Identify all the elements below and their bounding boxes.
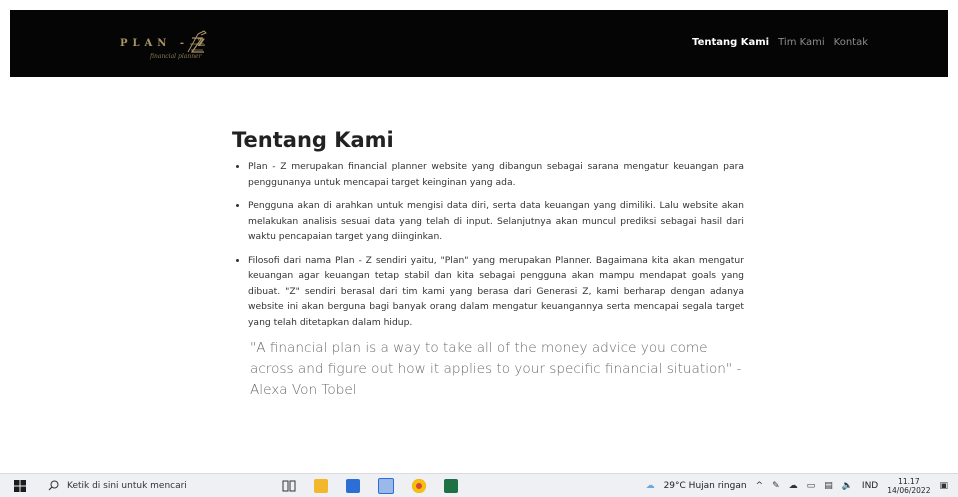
clock-date: 14/06/2022 (887, 485, 931, 495)
notification-icon[interactable]: ▣ (939, 481, 948, 491)
weather-status[interactable]: 29°C Hujan ringan (664, 481, 747, 491)
system-tray: ☁ 29°C Hujan ringan ^ ✎ ☁ ▭ ▤ 🔈 IND 11.1… (646, 474, 948, 497)
file-explorer-icon[interactable] (314, 478, 328, 493)
nav-tentang-kami[interactable]: Tentang Kami (692, 37, 769, 48)
network-icon[interactable]: ▤ (824, 481, 833, 491)
about-list: Plan - Z merupakan financial planner web… (232, 159, 744, 330)
windows-icon (14, 479, 26, 492)
network-app-icon[interactable] (346, 478, 360, 493)
about-section: Tentang Kami Plan - Z merupakan financia… (232, 128, 744, 401)
chevron-up-icon[interactable]: ^ (756, 481, 764, 491)
excel-icon[interactable] (444, 478, 458, 493)
task-view-icon[interactable] (282, 480, 296, 492)
main-nav: Tentang Kami Tim Kami Kontak (692, 37, 868, 48)
cloud-icon[interactable]: ☁ (789, 481, 798, 491)
search-icon (48, 480, 59, 491)
chrome-icon[interactable] (412, 478, 426, 493)
navbar: PLAN - Z financial planner Tentang Kami … (10, 10, 948, 77)
taskbar-search[interactable]: Ketik di sini untuk mencari (48, 474, 187, 497)
brand-logo[interactable]: PLAN - Z financial planner (120, 26, 250, 64)
list-item: Filosofi dari nama Plan - Z sendiri yait… (248, 253, 744, 331)
weather-icon: ☁ (645, 480, 655, 491)
brand-name: PLAN - Z (120, 38, 210, 49)
taskbar: Ketik di sini untuk mencari ☁ 29°C Hujan… (0, 473, 958, 497)
pen-icon[interactable]: ✎ (772, 481, 780, 491)
notes-app-icon[interactable] (378, 477, 394, 494)
battery-icon[interactable]: ▭ (807, 481, 816, 491)
start-button[interactable] (14, 474, 26, 497)
nav-kontak[interactable]: Kontak (834, 37, 868, 48)
pinned-apps (282, 474, 458, 497)
speaker-icon[interactable]: 🔈 (842, 481, 853, 491)
search-input[interactable]: Ketik di sini untuk mencari (67, 481, 187, 491)
page-title: Tentang Kami (232, 128, 394, 152)
language-indicator[interactable]: IND (862, 481, 878, 491)
list-item: Plan - Z merupakan financial planner web… (248, 159, 744, 190)
quote-text: "A financial plan is a way to take all o… (250, 340, 742, 398)
list-item: Pengguna akan di arahkan untuk mengisi d… (248, 198, 744, 245)
brand-tagline: financial planner (150, 53, 202, 60)
nav-tim-kami[interactable]: Tim Kami (778, 37, 825, 48)
clock[interactable]: 11.17 14/06/2022 (887, 477, 930, 495)
clock-time: 11.17 (898, 476, 920, 486)
